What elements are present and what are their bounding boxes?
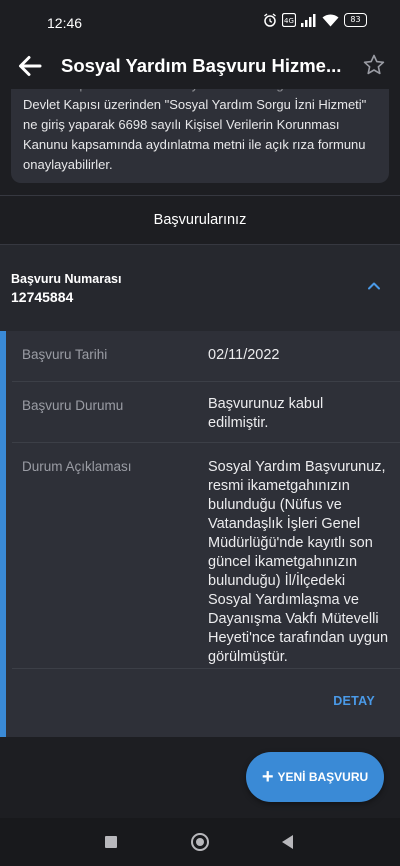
volte-icon: 4G bbox=[282, 13, 296, 27]
home-circle-icon[interactable] bbox=[191, 833, 209, 851]
detail-key: Başvuru Tarihi bbox=[22, 347, 108, 362]
application-header[interactable]: Başvuru Numarası 12745884 bbox=[0, 245, 400, 331]
info-text: Devlet Kapısı üzerinden "Sosyal Yardım S… bbox=[23, 89, 383, 175]
signal-icon bbox=[301, 13, 316, 27]
detail-button[interactable]: DETAY bbox=[333, 694, 375, 708]
status-bar: 12:46 4G 83 bbox=[0, 0, 400, 44]
application-details: Başvuru Tarihi 02/11/2022 Başvuru Durumu… bbox=[0, 331, 400, 737]
application-number-value: 12745884 bbox=[11, 289, 74, 305]
detail-value: 02/11/2022 bbox=[208, 347, 280, 363]
section-title: Başvurularınız bbox=[0, 196, 400, 244]
detail-row-status: Başvuru Durumu Başvurunuz kabul edilmişt… bbox=[12, 382, 400, 443]
info-line: ne giriş yaparak 6698 sayılı Kişisel Ver… bbox=[23, 117, 340, 132]
detail-key: Başvuru Durumu bbox=[22, 398, 124, 413]
new-application-button[interactable]: + YENİ BAŞVURU bbox=[246, 752, 384, 802]
wifi-icon bbox=[322, 13, 339, 26]
recents-square-icon[interactable] bbox=[105, 836, 117, 848]
star-outline-icon[interactable] bbox=[362, 53, 386, 77]
info-line: Kanunu kapsamında aydınlatma metni ile a… bbox=[23, 137, 366, 152]
status-icons: 4G 83 bbox=[263, 13, 367, 27]
info-line: Devlet Kapısı üzerinden "Sosyal Yardım S… bbox=[23, 97, 367, 112]
info-line: Devlet Kapısı üzerinden "Sosyal Yardım S… bbox=[23, 89, 383, 95]
info-line: onaylayabilirler. bbox=[23, 157, 113, 172]
alarm-icon bbox=[264, 13, 276, 27]
detail-row-description: Durum Açıklaması Sosyal Yardım Başvurunu… bbox=[12, 443, 400, 669]
system-nav-bar bbox=[0, 818, 400, 866]
svg-text:4G: 4G bbox=[284, 17, 294, 25]
detail-value: Başvurunuz kabul edilmiştir. bbox=[208, 396, 324, 431]
new-application-label: YENİ BAŞVURU bbox=[277, 770, 369, 784]
app-bar: Sosyal Yardım Başvuru Hizme... bbox=[0, 44, 400, 89]
arrow-left-icon[interactable] bbox=[16, 52, 44, 80]
chevron-up-icon[interactable] bbox=[366, 278, 382, 294]
plus-icon: + bbox=[261, 766, 274, 788]
page-title: Sosyal Yardım Başvuru Hizme... bbox=[61, 55, 342, 76]
status-time: 12:46 bbox=[47, 15, 83, 31]
detail-value: Sosyal Yardım Başvurunuz, resmi ikametga… bbox=[208, 459, 389, 665]
detail-key: Durum Açıklaması bbox=[22, 459, 132, 474]
battery-icon: 83 bbox=[344, 13, 367, 27]
application-number-label: Başvuru Numarası bbox=[11, 272, 122, 286]
back-triangle-icon[interactable] bbox=[282, 835, 293, 849]
info-card: Devlet Kapısı üzerinden "Sosyal Yardım S… bbox=[11, 89, 389, 183]
detail-row-date: Başvuru Tarihi 02/11/2022 bbox=[12, 331, 400, 382]
